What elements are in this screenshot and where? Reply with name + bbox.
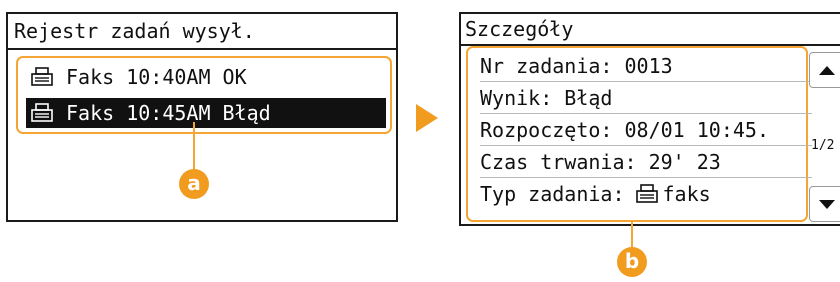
callout-b-line: [631, 220, 633, 250]
fax-icon: [635, 184, 658, 203]
detail-row-result: Wynik: Błąd: [480, 82, 812, 114]
detail-value: faks: [662, 182, 711, 206]
job-row-label: Faks 10:45AM Błąd: [66, 101, 271, 125]
fax-icon: [31, 103, 53, 122]
scroll-column: 1/2: [809, 46, 840, 222]
detail-text: Czas trwania: 29' 23: [480, 149, 721, 174]
fax-icon: [31, 67, 53, 86]
callout-a-badge: a: [179, 169, 209, 199]
job-row-label: Faks 10:40AM OK: [66, 65, 247, 89]
details-screen: Szczegóły Nr zadania: 0013 Wynik: Błąd R…: [459, 12, 840, 226]
detail-text: Wynik: Błąd: [480, 85, 613, 110]
callout-b-badge: b: [617, 247, 647, 277]
arrow-up-icon: [819, 65, 835, 75]
arrow-down-icon: [819, 199, 835, 209]
detail-row-job-type: Typ zadania: faks: [480, 178, 812, 210]
job-log-title: Rejestr zadań wysył.: [8, 14, 396, 50]
job-row-2-selected[interactable]: Faks 10:45AM Błąd: [26, 98, 386, 128]
job-list-highlight: Faks 10:40AM OK Faks 10:45AM Błąd: [16, 56, 392, 134]
detail-text: Rozpoczęto: 08/01 10:45.: [480, 117, 769, 142]
detail-row-job-number: Nr zadania: 0013: [480, 50, 812, 82]
next-step-arrow-icon: [416, 104, 438, 132]
detail-label: Typ zadania:: [480, 182, 625, 206]
details-highlight: Nr zadania: 0013 Wynik: Błąd Rozpoczęto:…: [466, 46, 812, 222]
detail-row-start-time: Rozpoczęto: 08/01 10:45.: [480, 114, 812, 146]
job-row-1[interactable]: Faks 10:40AM OK: [26, 62, 386, 92]
scroll-up-button[interactable]: [809, 52, 840, 88]
detail-text: Nr zadania: 0013: [480, 53, 673, 78]
detail-row-duration: Czas trwania: 29' 23: [480, 146, 812, 178]
scroll-down-button[interactable]: [809, 186, 840, 222]
details-title: Szczegóły: [461, 14, 840, 46]
page-indicator: 1/2: [811, 138, 835, 153]
